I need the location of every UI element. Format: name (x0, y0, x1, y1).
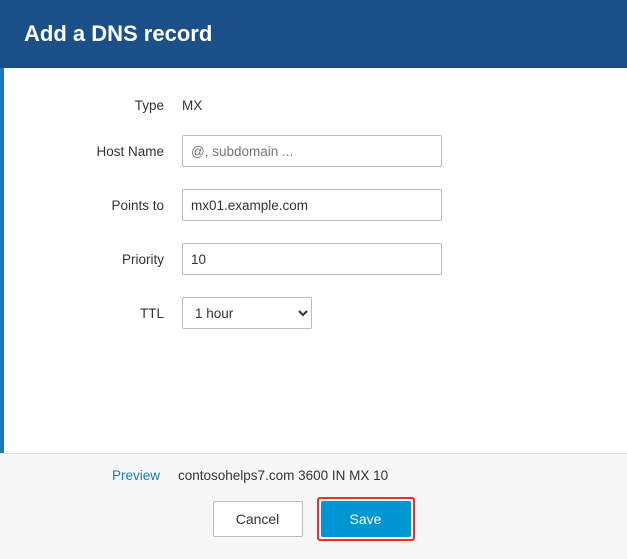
hostname-input[interactable] (182, 135, 442, 167)
save-button[interactable]: Save (321, 501, 411, 537)
hostname-row: Host Name (64, 135, 567, 167)
button-row: Cancel Save (60, 497, 567, 541)
type-row: Type MX (64, 98, 567, 113)
points-to-label: Points to (64, 198, 164, 213)
priority-label: Priority (64, 252, 164, 267)
points-to-row: Points to (64, 189, 567, 221)
cancel-button[interactable]: Cancel (213, 501, 303, 537)
ttl-select[interactable]: 1 hour 30 minutes 1 day Custom (182, 297, 312, 329)
preview-row: Preview contosohelps7.com 3600 IN MX 10 (60, 468, 567, 483)
priority-row: Priority (64, 243, 567, 275)
header: Add a DNS record (0, 0, 627, 68)
points-to-input[interactable] (182, 189, 442, 221)
ttl-row: TTL 1 hour 30 minutes 1 day Custom (64, 297, 567, 329)
type-label: Type (64, 98, 164, 113)
footer-section: Preview contosohelps7.com 3600 IN MX 10 … (0, 453, 627, 559)
page-title: Add a DNS record (24, 21, 212, 47)
type-value: MX (182, 98, 202, 113)
page-wrapper: Add a DNS record Type MX Host Name Point… (0, 0, 627, 559)
form-container: Type MX Host Name Points to Priority TTL… (0, 68, 627, 453)
hostname-label: Host Name (64, 144, 164, 159)
save-button-wrapper: Save (317, 497, 415, 541)
priority-input[interactable] (182, 243, 442, 275)
ttl-label: TTL (64, 306, 164, 321)
preview-label: Preview (60, 468, 160, 483)
preview-value: contosohelps7.com 3600 IN MX 10 (178, 468, 388, 483)
